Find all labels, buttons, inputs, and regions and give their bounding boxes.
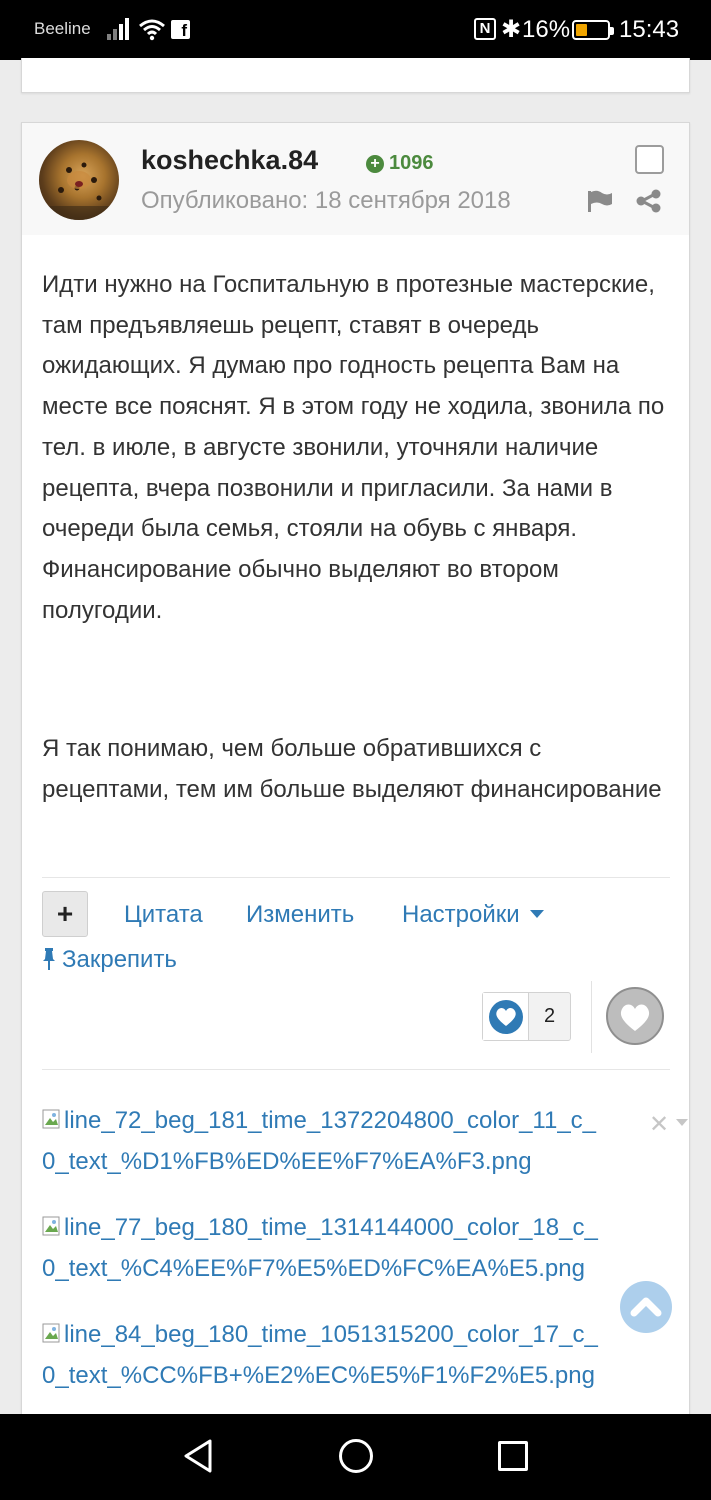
- avatar[interactable]: [39, 140, 119, 220]
- home-icon[interactable]: [339, 1439, 373, 1473]
- divider: [42, 1069, 670, 1070]
- nfc-icon: N: [474, 18, 496, 40]
- scroll-to-top-button[interactable]: [620, 1281, 672, 1333]
- forum-post: koshechka.84 +1096 Опубликовано: 18 сент…: [21, 122, 690, 1422]
- edit-link[interactable]: Изменить: [246, 901, 354, 929]
- post-paragraph: Идти нужно на Госпитальную в протезные м…: [42, 271, 665, 624]
- reputation-value: 1096: [389, 152, 434, 174]
- reaction-count: 2: [543, 1005, 556, 1027]
- divider: [591, 981, 592, 1053]
- attachment-link[interactable]: line_77_beg_180_time_1314144000_color_18…: [42, 1207, 642, 1289]
- heart-reaction-icon: [489, 1000, 523, 1034]
- multi-quote-button[interactable]: +: [42, 891, 88, 937]
- settings-label: Настройки: [402, 901, 520, 928]
- battery-icon: [572, 20, 614, 40]
- clock: 15:43: [619, 16, 680, 43]
- post-date: Опубликовано: 18 сентября 2018: [141, 187, 511, 214]
- divider: [42, 877, 670, 878]
- caret-down-icon: [529, 910, 544, 918]
- like-button[interactable]: [606, 987, 664, 1045]
- battery-percent: 16%: [522, 16, 571, 43]
- status-bar: Beeline f N ✱ 16% 15:43: [0, 0, 711, 60]
- post-header: koshechka.84 +1096 Опубликовано: 18 сент…: [22, 123, 689, 235]
- recent-apps-icon[interactable]: [498, 1441, 528, 1471]
- pin-icon: [43, 948, 55, 970]
- broken-image-icon: [42, 1109, 60, 1129]
- post-content: Идти нужно на Госпитальную в протезные м…: [42, 265, 672, 811]
- chevron-up-icon: [630, 1297, 662, 1317]
- attachment-link[interactable]: line_72_beg_181_time_1372204800_color_11…: [42, 1100, 642, 1182]
- close-icon[interactable]: ✕: [649, 1110, 669, 1139]
- pin-label: Закрепить: [62, 946, 177, 973]
- wifi-icon: [139, 19, 165, 41]
- leopard-photo: [39, 162, 119, 220]
- author-name[interactable]: koshechka.84: [141, 145, 318, 176]
- settings-dropdown[interactable]: Настройки: [402, 901, 544, 929]
- attachment-link[interactable]: line_84_beg_180_time_1051315200_color_17…: [42, 1314, 642, 1396]
- share-icon[interactable]: [636, 189, 662, 213]
- plus-circle-icon: +: [366, 155, 384, 173]
- quote-link[interactable]: Цитата: [124, 901, 203, 929]
- chevron-down-icon[interactable]: [676, 1119, 688, 1126]
- reaction-summary[interactable]: 2: [482, 992, 571, 1041]
- pin-link[interactable]: Закрепить: [42, 946, 177, 974]
- flag-icon[interactable]: [587, 190, 613, 212]
- post-paragraph: Я так понимаю, чем больше обратившихся с…: [42, 735, 662, 804]
- signal-icon: [107, 18, 131, 40]
- facebook-icon: f: [171, 20, 190, 40]
- broken-image-icon: [42, 1216, 60, 1236]
- previous-post-card: [21, 58, 690, 93]
- bluetooth-icon: ✱: [501, 16, 522, 43]
- broken-image-icon: [42, 1323, 60, 1343]
- heart-icon: [620, 1004, 650, 1031]
- system-nav-bar: [0, 1414, 711, 1500]
- back-icon[interactable]: [182, 1438, 214, 1474]
- reputation-badge: +1096: [366, 152, 434, 175]
- select-post-checkbox[interactable]: [635, 145, 664, 174]
- carrier-name: Beeline: [34, 19, 91, 38]
